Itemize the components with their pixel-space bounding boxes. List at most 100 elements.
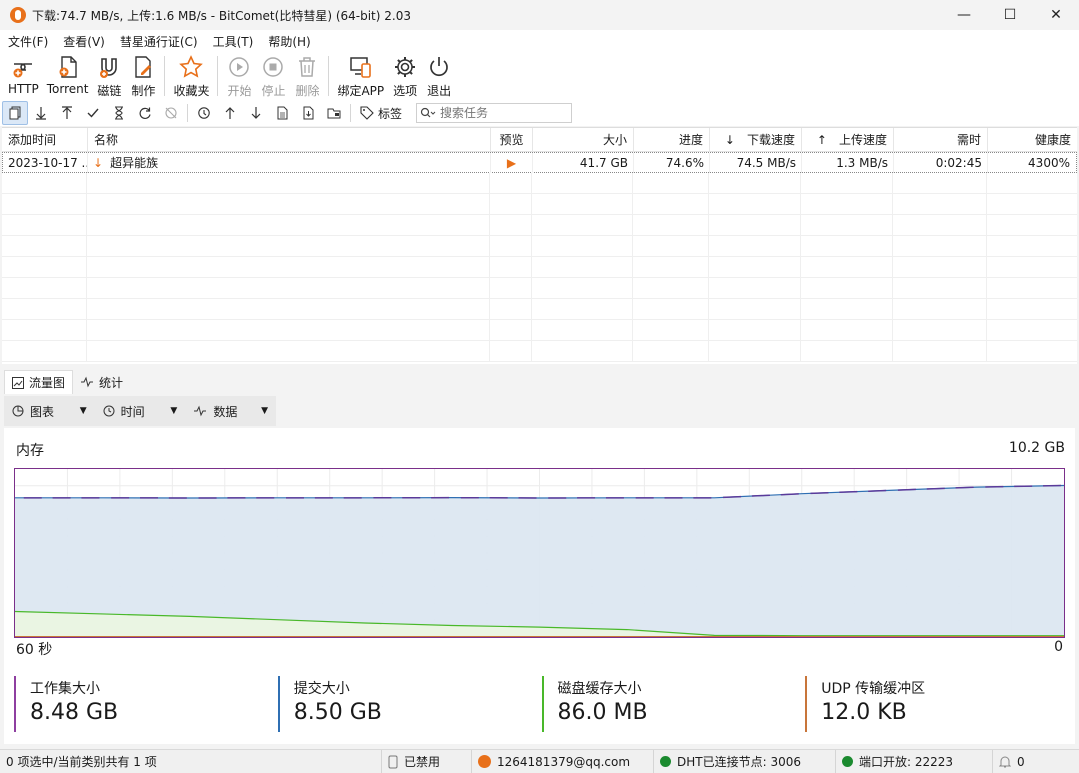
y-max-label: 10.2 GB [1008, 440, 1065, 456]
queued-filter-button[interactable] [106, 101, 132, 125]
empty-cell [633, 278, 709, 298]
empty-table-row [2, 215, 1077, 236]
data-label: 数据 [213, 404, 238, 419]
empty-cell [987, 173, 1074, 193]
status-port[interactable]: 端口开放: 22223 [836, 749, 993, 773]
play-circle-icon [226, 54, 252, 80]
memory-area-chart [14, 468, 1065, 638]
stat-disk-cache: 磁盘缓存大小 86.0 MB [541, 676, 806, 732]
column-upload-label: 上传速度 [838, 133, 887, 147]
start-button[interactable]: 开始 [222, 52, 256, 99]
empty-cell [893, 320, 987, 340]
column-added[interactable]: 添加时间 [2, 128, 88, 152]
data-dropdown[interactable]: 数据 ▼ [185, 396, 276, 426]
chart-type-dropdown[interactable]: 图表 ▼ [4, 396, 95, 426]
file-list-button[interactable] [269, 101, 295, 125]
column-eta[interactable]: 需时 [894, 128, 988, 152]
move-bottom-button[interactable] [243, 101, 269, 125]
empty-cell [801, 215, 893, 235]
favorites-button[interactable]: 收藏夹 [169, 52, 213, 99]
open-folder-button[interactable] [321, 101, 347, 125]
status-mobile[interactable]: 已禁用 [382, 749, 472, 773]
memory-stats: 工作集大小 8.48 GB 提交大小 8.50 GB 磁盘缓存大小 86.0 M… [14, 676, 1069, 734]
empty-cell [633, 173, 709, 193]
empty-cell [633, 341, 709, 361]
task-list-view-button[interactable] [2, 101, 28, 125]
column-download-speed[interactable]: ↓ 下载速度 [710, 128, 802, 152]
cell-size: 41.7 GB [533, 152, 634, 173]
tab-statistics[interactable]: 统计 [73, 370, 130, 394]
stop-button[interactable]: 停止 [256, 52, 290, 99]
completed-filter-button[interactable] [80, 101, 106, 125]
column-size[interactable]: 大小 [533, 128, 634, 152]
menu-help[interactable]: 帮助(H) [260, 33, 317, 50]
hourglass-icon [115, 106, 123, 120]
tag-button[interactable]: 标签 [354, 101, 408, 125]
task-list: 添加时间 名称 预览 大小 进度 ↓ 下载速度 ↑ 上传速度 需时 健康度 20… [2, 127, 1077, 364]
close-button[interactable]: ✕ [1033, 0, 1079, 30]
empty-cell [893, 215, 987, 235]
http-button[interactable]: HTTP [4, 52, 43, 96]
search-input[interactable] [440, 106, 561, 120]
error-filter-button[interactable] [158, 101, 184, 125]
arrow-down-icon [36, 107, 46, 120]
delete-button[interactable]: 删除 [290, 52, 324, 99]
empty-cell [987, 341, 1074, 361]
column-preview[interactable]: 预览 [491, 128, 533, 152]
make-torrent-button[interactable]: 制作 [126, 52, 160, 99]
stat-value: 8.50 GB [293, 700, 382, 725]
menu-pass[interactable]: 彗星通行证(C) [112, 33, 205, 50]
tab-traffic-graph[interactable]: 流量图 [4, 370, 74, 394]
column-upload-speed[interactable]: ↑ 上传速度 [802, 128, 894, 152]
empty-cell [2, 278, 87, 298]
uploading-filter-button[interactable] [54, 101, 80, 125]
trash-icon [294, 54, 320, 80]
options-button[interactable]: 选项 [388, 52, 422, 99]
bell-icon [999, 756, 1011, 768]
chevron-down-icon: ▼ [261, 406, 269, 416]
move-top-button[interactable] [217, 101, 243, 125]
column-name[interactable]: 名称 [88, 128, 491, 152]
status-notifications[interactable]: 0 [993, 750, 1053, 773]
stat-udp-buffer: UDP 传输缓冲区 12.0 KB [805, 676, 1069, 732]
magnet-icon [96, 54, 122, 80]
file-download-button[interactable] [295, 101, 321, 125]
toolbar-separator [164, 56, 166, 96]
graph-options-bar: 图表 ▼ 时间 ▼ 数据 ▼ [4, 396, 276, 426]
maximize-button[interactable]: ☐ [987, 0, 1033, 30]
preview-play-icon[interactable]: ▶ [491, 152, 533, 173]
exit-button[interactable]: 退出 [422, 52, 456, 99]
time-label: 时间 [120, 404, 145, 419]
time-dropdown[interactable]: 时间 ▼ [95, 396, 186, 426]
search-box[interactable] [416, 103, 573, 123]
table-row[interactable]: 2023-10-17 ... ↓ 超异能族 ▶ 41.7 GB 74.6% 74… [2, 152, 1077, 173]
start-label: 开始 [227, 84, 252, 98]
magnet-button[interactable]: 磁链 [92, 52, 126, 99]
downloading-filter-button[interactable] [28, 101, 54, 125]
empty-cell [709, 257, 801, 277]
empty-cell [987, 278, 1074, 298]
torrent-button[interactable]: Torrent [43, 52, 93, 96]
minimize-button[interactable]: — [941, 0, 987, 30]
status-dht[interactable]: DHT已连接节点: 3006 [654, 749, 836, 773]
empty-table-row [2, 236, 1077, 257]
status-account[interactable]: 1264181379@qq.com [472, 749, 654, 773]
menu-tools[interactable]: 工具(T) [205, 33, 261, 50]
stat-working-set: 工作集大小 8.48 GB [14, 676, 278, 732]
panel-tabs: 流量图 统计 [0, 368, 1079, 394]
window-title: 下载:74.7 MB/s, 上传:1.6 MB/s - BitComet(比特彗… [32, 8, 411, 23]
status-bar: 0 项选中/当前类别共有 1 项 已禁用 1264181379@qq.com D… [0, 749, 1079, 773]
menu-file[interactable]: 文件(F) [0, 33, 55, 50]
empty-cell [987, 320, 1074, 340]
empty-cell [2, 236, 87, 256]
empty-table-row [2, 173, 1077, 194]
bind-app-button[interactable]: 绑定APP [333, 52, 388, 99]
refresh-filter-button[interactable] [132, 101, 158, 125]
empty-cell [490, 236, 532, 256]
stat-value: 8.48 GB [30, 700, 119, 725]
empty-cell [490, 173, 532, 193]
menu-view[interactable]: 查看(V) [55, 33, 112, 50]
column-health[interactable]: 健康度 [988, 128, 1077, 152]
history-button[interactable] [191, 101, 217, 125]
column-progress[interactable]: 进度 [634, 128, 710, 152]
